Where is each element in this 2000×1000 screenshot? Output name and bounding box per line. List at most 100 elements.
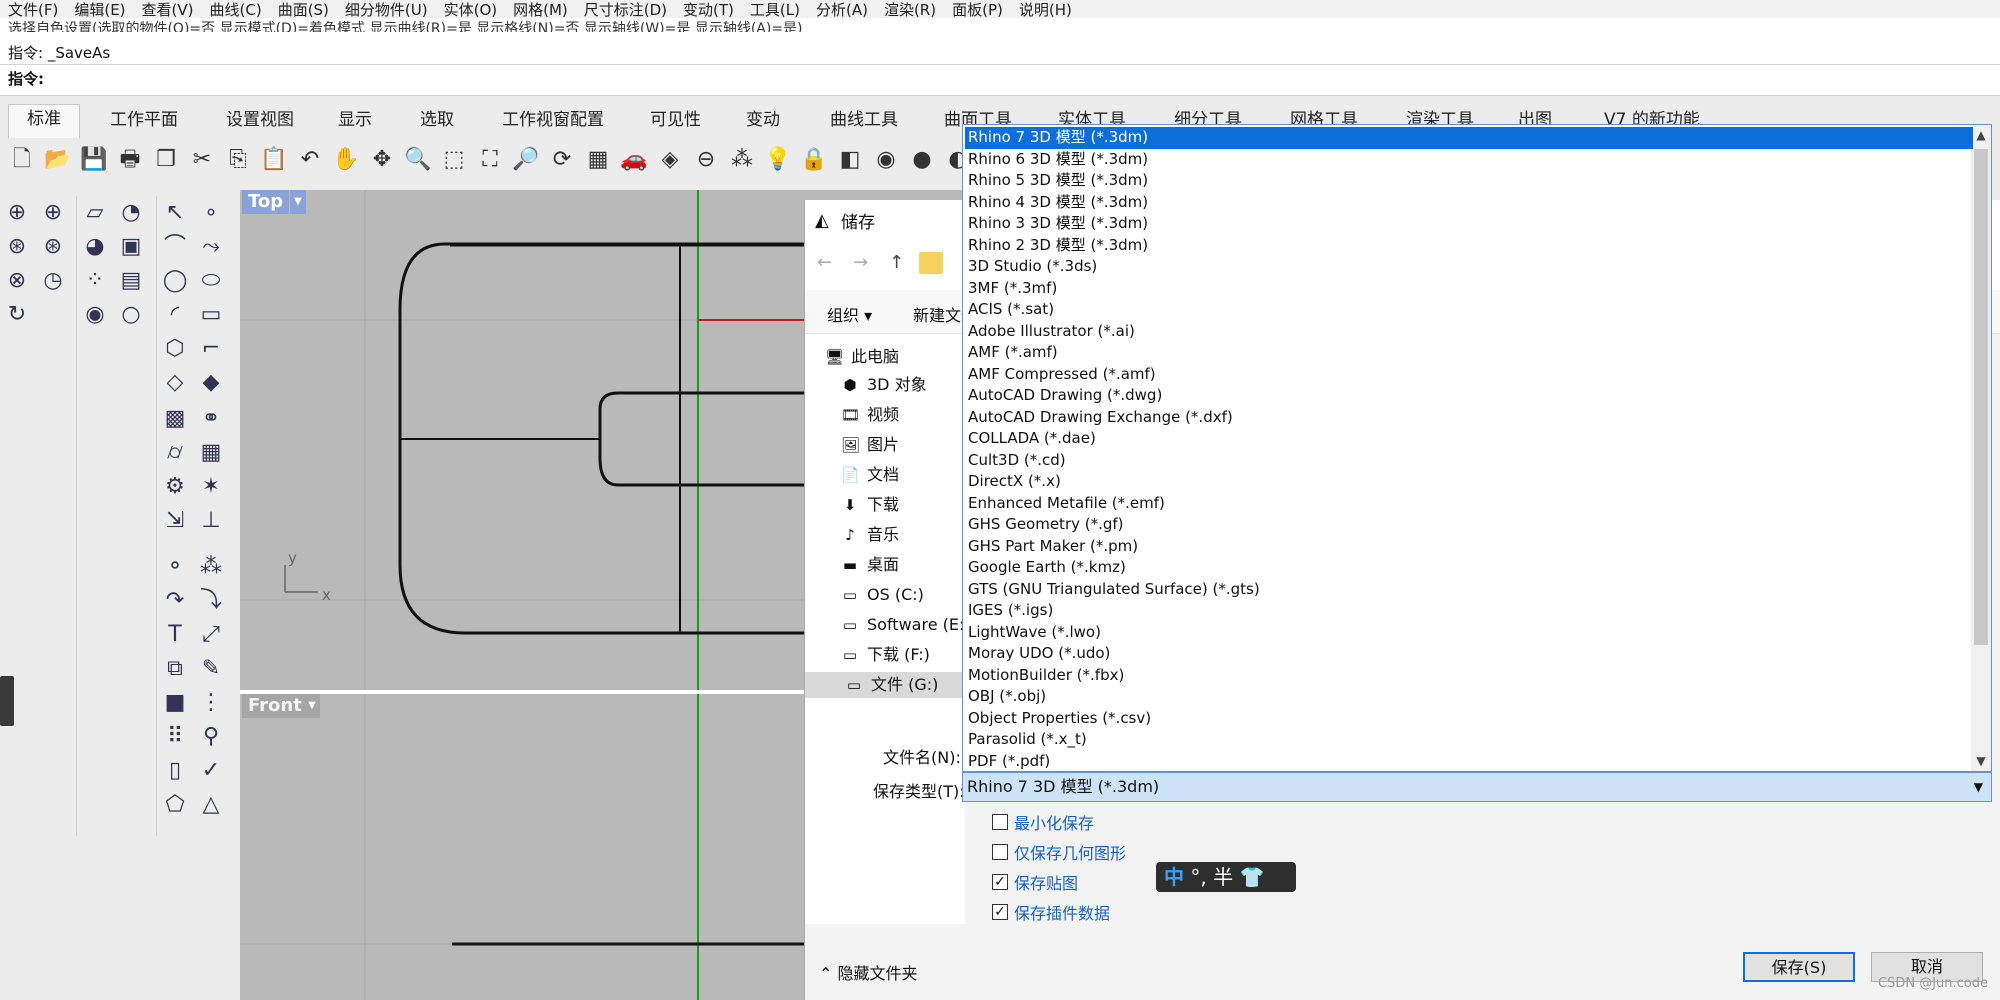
grid-icon[interactable]: ▤ bbox=[116, 266, 146, 296]
properties-icon[interactable]: ▯ bbox=[160, 756, 190, 786]
filetype-option[interactable]: GTS (GNU Triangulated Surface) (*.gts) bbox=[965, 579, 1973, 601]
move-view-icon[interactable]: ✥ bbox=[368, 146, 396, 174]
menu-item[interactable]: 查看(V) bbox=[134, 0, 202, 20]
nav-item[interactable]: ▭ 下载 (F:) bbox=[841, 642, 930, 668]
filetype-option[interactable]: AutoCAD Drawing Exchange (*.dxf) bbox=[965, 407, 1973, 429]
nav-item[interactable]: 🖥 此电脑 bbox=[825, 344, 899, 370]
cplane-icon[interactable]: ⊖ bbox=[692, 146, 720, 174]
menu-item[interactable]: 实体(O) bbox=[436, 0, 506, 20]
menu-item[interactable]: 变动(T) bbox=[675, 0, 742, 20]
filetype-option[interactable]: Rhino 5 3D 模型 (*.3dm) bbox=[965, 170, 1973, 192]
undo-icon[interactable]: ↶ bbox=[296, 146, 324, 174]
filetype-option[interactable]: OBJ (*.obj) bbox=[965, 686, 1973, 708]
plane-icon[interactable]: ▱ bbox=[80, 198, 110, 228]
cut-icon[interactable]: ✂ bbox=[188, 146, 216, 174]
copy-to-clipboard-icon[interactable]: ❐ bbox=[152, 146, 180, 174]
solid-box-icon[interactable]: ▩ bbox=[160, 404, 190, 434]
filetype-option[interactable]: Google Earth (*.kmz) bbox=[965, 557, 1973, 579]
scrollbar-thumb[interactable] bbox=[1974, 149, 1988, 645]
empty-checkbox-icon[interactable] bbox=[992, 844, 1008, 860]
nav-item[interactable]: 🎞 视频 bbox=[841, 402, 899, 428]
filetype-option[interactable]: Moray UDO (*.udo) bbox=[965, 643, 1973, 665]
menu-item[interactable]: 渲染(R) bbox=[876, 0, 944, 20]
chevron-down-icon[interactable]: ▼ bbox=[290, 190, 306, 214]
rotate-view-icon[interactable]: ⟳ bbox=[548, 146, 576, 174]
polygon-icon[interactable]: ⬡ bbox=[160, 334, 190, 364]
viewport-title-top[interactable]: Top bbox=[242, 190, 290, 214]
boolean-icon[interactable]: ⚬ bbox=[160, 552, 190, 582]
surface-icon[interactable]: ◇ bbox=[160, 368, 190, 398]
filetype-option[interactable]: MotionBuilder (*.fbx) bbox=[965, 665, 1973, 687]
filetype-option[interactable]: Parasolid (*.x_t) bbox=[965, 729, 1973, 751]
ime-indicator[interactable]: 中 °, 半 👕 bbox=[1156, 862, 1296, 892]
menu-item[interactable]: 曲面(S) bbox=[270, 0, 337, 20]
filetype-option[interactable]: Cult3D (*.cd) bbox=[965, 450, 1973, 472]
tab-8[interactable]: 曲线工具 bbox=[830, 106, 898, 136]
curve-tool-icon[interactable]: ↷ bbox=[160, 586, 190, 616]
nav-item[interactable]: 🖼 图片 bbox=[841, 432, 899, 458]
clock-icon[interactable]: ◷ bbox=[38, 266, 68, 296]
filetype-option[interactable]: Adobe Illustrator (*.ai) bbox=[965, 321, 1973, 343]
cube-icon[interactable]: ■ bbox=[160, 688, 190, 718]
filetype-option[interactable]: Rhino 4 3D 模型 (*.3dm) bbox=[965, 192, 1973, 214]
color-wheel-icon[interactable]: ◉ bbox=[872, 146, 900, 174]
bulb-icon[interactable]: ○ bbox=[116, 300, 146, 330]
paste-icon[interactable]: 📋 bbox=[260, 146, 288, 174]
gumball-icon[interactable]: ⊕ bbox=[2, 198, 32, 228]
surface-icon[interactable]: ◆ bbox=[196, 368, 226, 398]
analyze-icon[interactable]: ⬠ bbox=[160, 790, 190, 820]
grid-array-icon[interactable]: ⠿ bbox=[160, 722, 190, 752]
copy-icon[interactable]: ⎘ bbox=[224, 146, 252, 174]
nav-item[interactable]: ⬇ 下载 bbox=[841, 492, 899, 518]
perspective-icon[interactable]: ◈ bbox=[656, 146, 684, 174]
edit-icon[interactable]: ✎ bbox=[196, 654, 226, 684]
option-checkbox[interactable]: 仅保存几何图形 bbox=[992, 840, 1126, 864]
checkmark-icon[interactable]: ✓ bbox=[992, 904, 1008, 920]
filetype-option[interactable]: ACIS (*.sat) bbox=[965, 299, 1973, 321]
checkmark-icon[interactable]: ✓ bbox=[992, 874, 1008, 890]
light-bulb-icon[interactable]: 💡 bbox=[764, 146, 792, 174]
boolean-icon[interactable]: ⁂ bbox=[196, 552, 226, 582]
option-checkbox[interactable]: 最小化保存 bbox=[992, 810, 1094, 834]
pan-hand-icon[interactable]: ✋ bbox=[332, 146, 360, 174]
four-views-icon[interactable]: ▦ bbox=[584, 146, 612, 174]
tab-3[interactable]: 显示 bbox=[338, 106, 372, 136]
menu-item[interactable]: 面板(P) bbox=[944, 0, 1011, 20]
save-icon[interactable]: 💾 bbox=[80, 146, 108, 174]
car-icon[interactable]: 🚗 bbox=[620, 146, 648, 174]
points-icon[interactable]: ⁘ bbox=[80, 266, 110, 296]
back-arrow-icon[interactable]: ← bbox=[817, 252, 832, 273]
filetype-option[interactable]: Enhanced Metafile (*.emf) bbox=[965, 493, 1973, 515]
filetype-option[interactable]: Rhino 6 3D 模型 (*.3dm) bbox=[965, 149, 1973, 171]
menu-item[interactable]: 网格(M) bbox=[505, 0, 576, 20]
transform-icon[interactable]: ⇲ bbox=[160, 506, 190, 536]
filetype-option[interactable]: Rhino 3 3D 模型 (*.3dm) bbox=[965, 213, 1973, 235]
print-icon[interactable]: 🖶 bbox=[116, 146, 144, 174]
snap-icon[interactable]: ⚲ bbox=[196, 722, 226, 752]
tab-6[interactable]: 可见性 bbox=[650, 106, 701, 136]
check-icon[interactable]: ✓ bbox=[196, 756, 226, 786]
spheres-icon[interactable]: ⚭ bbox=[196, 404, 226, 434]
zoom-extents-icon[interactable]: ⛶ bbox=[476, 146, 504, 174]
menu-item[interactable]: 分析(A) bbox=[808, 0, 876, 20]
rectangle-icon[interactable]: ▭ bbox=[196, 300, 226, 330]
point-icon[interactable]: ∘ bbox=[196, 198, 226, 228]
lock-icon[interactable]: 🔒 bbox=[800, 146, 828, 174]
filetype-option[interactable]: 3D Studio (*.3ds) bbox=[965, 256, 1973, 278]
filetype-option[interactable]: DirectX (*.x) bbox=[965, 471, 1973, 493]
eye-icon[interactable]: ◉ bbox=[80, 300, 110, 330]
filetype-option[interactable]: COLLADA (*.dae) bbox=[965, 428, 1973, 450]
ellipse-icon[interactable]: ⬭ bbox=[196, 266, 226, 296]
scroll-up-icon[interactable]: ▲ bbox=[1971, 125, 1991, 145]
menu-item[interactable]: 曲线(C) bbox=[202, 0, 270, 20]
tab-4[interactable]: 选取 bbox=[420, 106, 454, 136]
nav-item[interactable]: 📄 文档 bbox=[841, 462, 899, 488]
zoom-icon[interactable]: 🔍 bbox=[404, 146, 432, 174]
menu-item[interactable]: 文件(F) bbox=[0, 0, 66, 20]
fillet-icon[interactable]: ⌐ bbox=[196, 334, 226, 364]
tab-1[interactable]: 工作平面 bbox=[110, 106, 178, 136]
menu-item[interactable]: 尺寸标注(D) bbox=[576, 0, 675, 20]
tab-7[interactable]: 变动 bbox=[746, 106, 780, 136]
filetype-option[interactable]: GHS Part Maker (*.pm) bbox=[965, 536, 1973, 558]
gumball-icon[interactable]: ⊛ bbox=[38, 232, 68, 262]
